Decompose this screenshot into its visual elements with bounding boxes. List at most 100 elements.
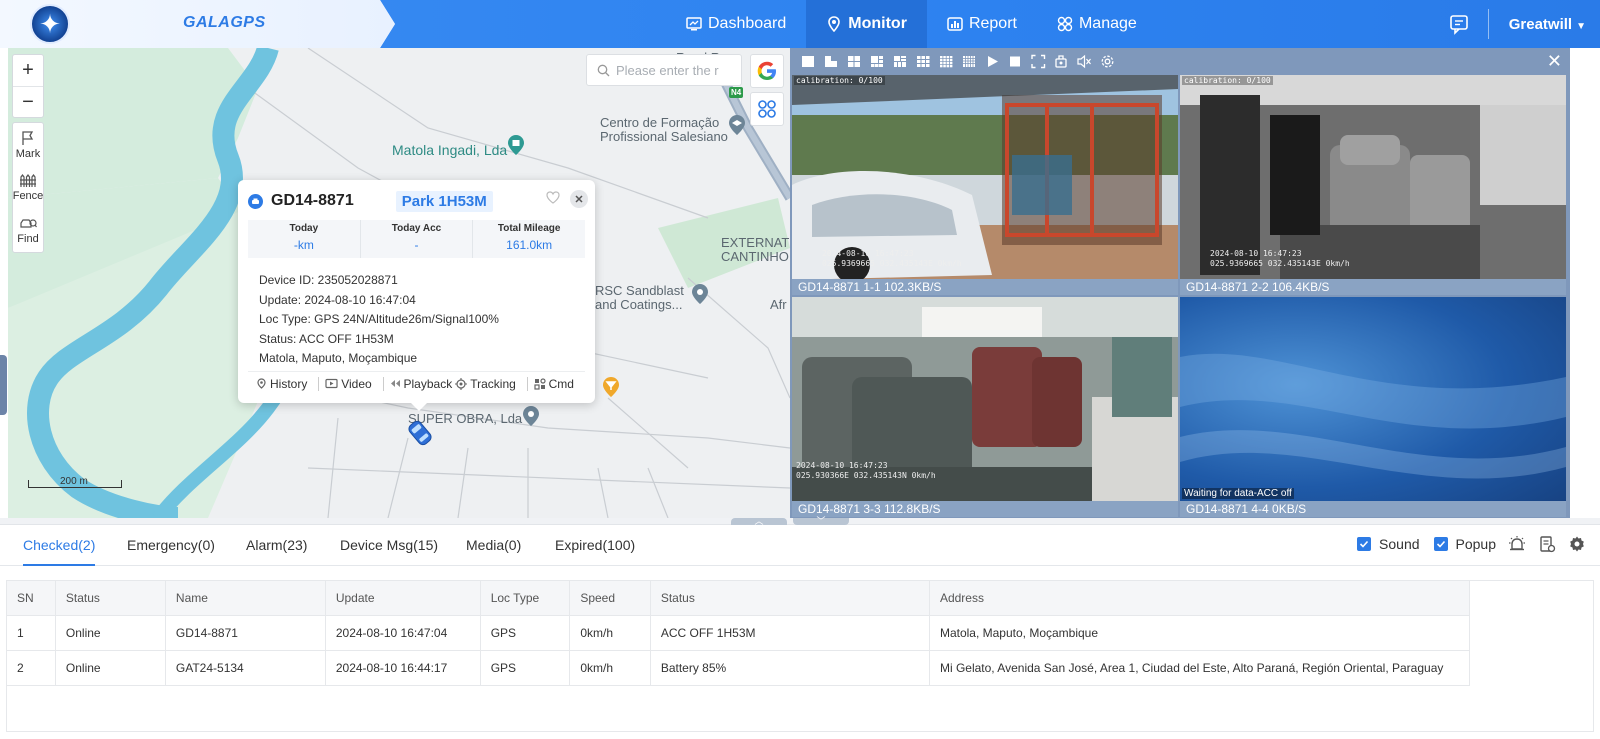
col-status[interactable]: Status (54, 580, 166, 616)
cell-status: Online (54, 615, 166, 651)
update-time: Update: 2024-08-10 16:47:04 (259, 292, 416, 307)
zoom-out-button[interactable]: − (13, 86, 43, 117)
popup-info: Device ID: 235052028871 Update: 2024-08-… (259, 271, 499, 369)
find-button[interactable]: Find (13, 209, 43, 252)
divider (1487, 9, 1489, 39)
tab-expired[interactable]: Expired(100) (555, 526, 635, 566)
cell-status: Online (54, 650, 166, 686)
playback-button[interactable]: Playback (390, 377, 452, 391)
layout-grid-icon[interactable] (962, 54, 977, 69)
layout-8-icon[interactable] (870, 54, 885, 69)
video-cell-2[interactable]: calibration: 0/100 2024-08-10 16:47:23 0… (1180, 75, 1566, 295)
nav-manage[interactable]: Manage (1037, 0, 1157, 48)
nav-manage-label: Manage (1078, 15, 1137, 32)
map-layer-button[interactable] (750, 92, 784, 126)
video-close-icon[interactable]: ✕ (1547, 52, 1562, 70)
video-button[interactable]: Video (325, 377, 372, 391)
map[interactable]: Road R N4 Matola Ingadi, Lda Centro de F… (8, 48, 790, 518)
alarm-settings-icon[interactable] (1508, 535, 1526, 553)
fence-label: Fence (12, 189, 44, 202)
park-badge: Park 1H53M (395, 190, 493, 212)
fence-icon (20, 173, 36, 187)
col-name[interactable]: Name (164, 580, 326, 616)
collapse-up-button[interactable]: ︿ (731, 517, 787, 526)
sidebar-expand-handle[interactable] (0, 355, 7, 415)
export-icon[interactable] (1538, 535, 1556, 553)
video-placeholder-background (1180, 353, 1566, 479)
video-cell-3[interactable]: 2024-08-10 16:47:23 025.930366E 032.4351… (792, 297, 1178, 517)
address-text: Matola, Maputo, Moçambique (259, 351, 418, 366)
tab-checked[interactable]: Checked(2) (23, 526, 96, 566)
event-tabs: Checked(2) Emergency(0) Alarm(23) Device… (0, 526, 1600, 566)
tab-media[interactable]: Media(0) (466, 526, 521, 566)
intercom-icon[interactable] (1054, 54, 1069, 69)
cmd-button[interactable]: Cmd (534, 377, 574, 391)
device-id: Device ID: 235052028871 (259, 273, 398, 287)
tab-alarm[interactable]: Alarm(23) (246, 526, 307, 566)
fullscreen-icon[interactable] (1031, 54, 1046, 69)
nav-monitor[interactable]: Monitor (806, 0, 927, 48)
map-search-input[interactable] (616, 62, 734, 78)
play-icon[interactable] (985, 54, 1000, 69)
nav-dashboard[interactable]: Dashboard (686, 0, 806, 48)
col-status-detail[interactable]: Status (649, 580, 930, 616)
star-icon: ✦ (39, 9, 61, 39)
table-row[interactable]: 2 Online GAT24-5134 2024-08-10 16:44:17 … (6, 650, 1471, 686)
nav-dashboard-label: Dashboard (708, 15, 787, 32)
layout-16-icon[interactable] (939, 54, 954, 69)
map-label-matola-ingadi: Matola Ingadi, Lda (392, 142, 508, 158)
popup-checkbox[interactable] (1433, 537, 1448, 551)
settings-icon[interactable] (1100, 54, 1115, 69)
poi-pin-icon[interactable] (522, 405, 540, 427)
col-address[interactable]: Address (928, 580, 1471, 616)
cell-update: 2024-08-10 16:44:17 (324, 650, 481, 686)
mark-label: Mark (15, 147, 41, 160)
poi-pin-icon[interactable] (728, 114, 746, 136)
sound-checkbox[interactable] (1357, 537, 1372, 551)
fence-button[interactable]: Fence (13, 166, 43, 209)
video-cell-1[interactable]: calibration: 0/100 2024-08-10 16:47:23 0… (792, 75, 1178, 295)
manage-icon (1057, 16, 1073, 32)
nav-report[interactable]: Report (927, 0, 1037, 48)
google-map-button[interactable] (750, 54, 784, 88)
user-menu[interactable]: Greatwill ▼ (1509, 16, 1586, 33)
mark-button[interactable]: Mark (13, 123, 43, 166)
col-sn[interactable]: SN (6, 580, 56, 616)
map-label-external: EXTERNATCANTINHO DO CÉ (721, 235, 790, 264)
cell-2-osd: calibration: 0/100 (1182, 76, 1273, 85)
stop-icon[interactable] (1008, 54, 1023, 69)
layout-9-icon[interactable] (893, 54, 908, 69)
cell-loc-type: GPS (479, 615, 571, 651)
layout-1-icon[interactable] (801, 54, 816, 69)
history-button[interactable]: History (256, 377, 307, 391)
map-scale: 200 m (28, 476, 122, 488)
zoom-in-button[interactable]: + (13, 55, 43, 86)
col-loc-type[interactable]: Loc Type (479, 580, 571, 616)
table-row[interactable]: 1 Online GD14-8871 2024-08-10 16:47:04 G… (6, 615, 1471, 651)
layout-6-icon[interactable] (847, 54, 862, 69)
mute-icon[interactable] (1077, 54, 1092, 69)
vehicle-marker-icon[interactable] (405, 418, 435, 448)
close-icon[interactable] (570, 190, 588, 208)
google-icon (757, 61, 776, 80)
video-icon (325, 378, 338, 389)
gear-icon[interactable] (1568, 535, 1586, 553)
heart-icon[interactable] (546, 191, 560, 207)
collapse-down-button[interactable]: ﹀ (793, 517, 849, 526)
tracking-button[interactable]: Tracking (455, 377, 516, 391)
col-speed[interactable]: Speed (569, 580, 651, 616)
col-update[interactable]: Update (324, 580, 481, 616)
nav-monitor-label: Monitor (848, 15, 907, 32)
cell-3-caption: GD14-8871 3-3 112.8KB/S (792, 501, 1178, 517)
video-cell-4[interactable]: Waiting for data-ACC off GD14-8871 4-4 0… (1180, 297, 1566, 517)
tab-emergency[interactable]: Emergency(0) (127, 526, 215, 566)
poi-pin-icon[interactable] (507, 134, 525, 156)
tab-device-msg[interactable]: Device Msg(15) (340, 526, 438, 566)
poi-pin-icon[interactable] (602, 376, 620, 398)
layout-10-icon[interactable] (916, 54, 931, 69)
cell-sn: 1 (6, 615, 56, 651)
flag-icon (22, 130, 34, 145)
message-icon[interactable] (1448, 13, 1470, 35)
layout-4-icon[interactable] (824, 54, 839, 69)
poi-pin-icon[interactable] (691, 283, 709, 305)
